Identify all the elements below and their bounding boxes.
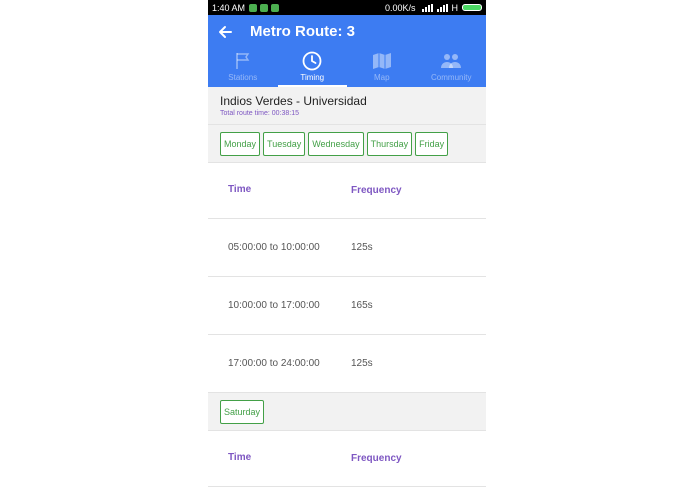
- table-header: Time Frequency: [208, 163, 486, 219]
- battery-icon: [462, 4, 482, 11]
- net-speed: 0.00K/s: [384, 2, 416, 13]
- route-name: Indios Verdes - Universidad: [220, 94, 367, 108]
- table-row: 05:00:00 to 10:00:00 125s: [208, 219, 486, 277]
- frequency-column-header: Frequency: [351, 453, 402, 464]
- map-icon: [372, 50, 392, 72]
- time-cell: 17:00:00 to 24:00:00: [228, 358, 320, 369]
- time-column-header: Time: [228, 452, 252, 463]
- phone-screen: 1:40 AM 0.00K/s H Metro Route: 3 Station…: [208, 0, 486, 494]
- day-chip-monday[interactable]: Monday: [220, 131, 261, 156]
- status-bar: 1:40 AM 0.00K/s H: [208, 0, 486, 15]
- people-icon: [440, 50, 462, 72]
- tab-map[interactable]: Map: [347, 48, 417, 87]
- back-arrow-icon[interactable]: [212, 19, 238, 45]
- tab-label: Stations: [228, 73, 258, 82]
- frequency-cell: 125s: [351, 242, 373, 253]
- notification-icon: [249, 3, 258, 12]
- signal-icon: [421, 3, 433, 12]
- tab-bar: Stations Timing Map Community: [208, 48, 486, 87]
- day-chip-friday[interactable]: Friday: [415, 131, 449, 156]
- tab-stations[interactable]: Stations: [208, 48, 278, 87]
- notification-icon: [271, 3, 280, 12]
- route-header: Indios Verdes - Universidad Total route …: [208, 87, 486, 125]
- tab-label: Map: [373, 73, 390, 82]
- tab-label: Community: [431, 73, 472, 82]
- table-header: Time Frequency: [208, 431, 486, 487]
- app-bar: Metro Route: 3 Stations Timing Map Commu…: [208, 15, 486, 87]
- time-column-header: Time: [228, 184, 252, 195]
- time-cell: 05:00:00 to 10:00:00: [228, 242, 320, 253]
- network-type: H: [451, 2, 459, 13]
- status-time: 1:40 AM: [212, 2, 246, 13]
- day-chip-tuesday[interactable]: Tuesday: [263, 131, 306, 156]
- frequency-cell: 165s: [351, 300, 373, 311]
- day-chip-thursday[interactable]: Thursday: [366, 131, 413, 156]
- day-chip-saturday[interactable]: Saturday: [220, 399, 265, 424]
- tab-label: Timing: [300, 73, 325, 82]
- time-cell: 10:00:00 to 17:00:00: [228, 300, 320, 311]
- frequency-cell: 125s: [351, 358, 373, 369]
- clock-icon: [302, 50, 322, 72]
- route-total-time: Total route time: 00:38:15: [220, 110, 299, 117]
- frequency-column-header: Frequency: [351, 185, 402, 196]
- tab-timing[interactable]: Timing: [277, 48, 348, 87]
- signal-icon: [436, 3, 448, 12]
- flag-icon: [235, 50, 251, 72]
- table-row: 10:00:00 to 17:00:00 165s: [208, 277, 486, 335]
- day-chips: Monday Tuesday Wednesday Thursday Friday: [208, 125, 486, 163]
- day-chips: Saturday: [208, 393, 486, 431]
- day-chip-wednesday[interactable]: Wednesday: [308, 131, 364, 156]
- tab-community[interactable]: Community: [417, 48, 487, 87]
- table-row: 17:00:00 to 24:00:00 125s: [208, 335, 486, 393]
- page-title: Metro Route: 3: [250, 23, 355, 40]
- notification-icon: [260, 3, 269, 12]
